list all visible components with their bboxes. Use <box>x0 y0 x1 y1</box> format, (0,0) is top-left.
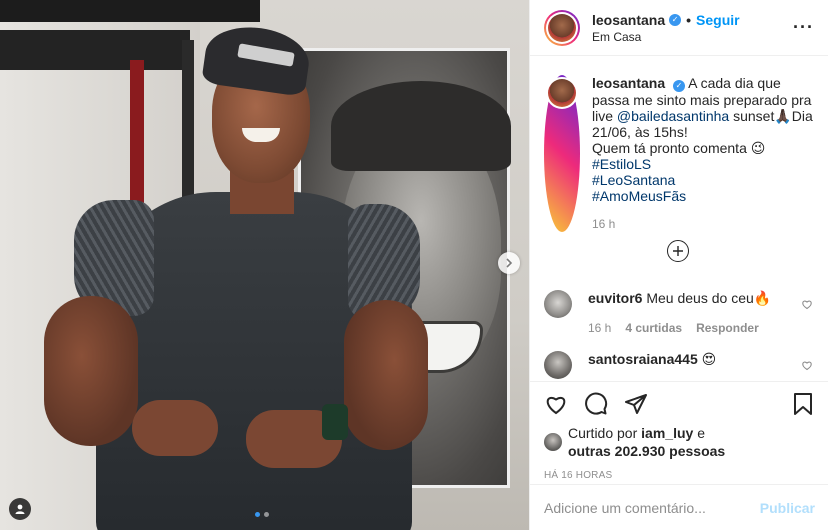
photo-person-watch <box>322 404 348 440</box>
verified-badge-icon: ✓ <box>673 80 686 92</box>
separator-dot: • <box>686 11 692 28</box>
carousel-dots <box>255 512 269 517</box>
publish-button[interactable]: Publicar <box>760 500 815 516</box>
share-icon[interactable] <box>624 392 648 416</box>
post-time-ago[interactable]: HÁ 16 HORAS <box>544 470 815 481</box>
post-caption: leosantana ✓ A cada dia que passa me sin… <box>544 75 824 232</box>
likes-summary: Curtido por iam_luy e outras 202.930 pes… <box>568 424 725 460</box>
commenter-avatar[interactable] <box>544 290 572 318</box>
caption-username[interactable]: leosantana <box>592 75 665 91</box>
comment-text: Meu deus do ceu🔥 <box>646 290 772 306</box>
chevron-right-icon <box>506 258 513 268</box>
heart-icon[interactable] <box>801 298 813 310</box>
hashtag-link[interactable]: #LeoSantana <box>592 172 817 188</box>
comment-time[interactable]: 16 h <box>588 321 611 335</box>
hashtag-link[interactable]: #EstiloLS <box>592 156 817 172</box>
photo-gym-bar <box>0 0 260 22</box>
post-side-panel: leosantana ✓ • Seguir Em Casa ··· leosan… <box>529 0 828 530</box>
post-photo[interactable] <box>0 0 529 530</box>
likes-others-link[interactable]: outras 202.930 pessoas <box>568 443 725 459</box>
post-actions: Curtido por iam_luy e outras 202.930 pes… <box>530 381 828 481</box>
comment-icon[interactable] <box>584 392 608 416</box>
post-header: leosantana ✓ • Seguir Em Casa ··· <box>530 0 828 56</box>
photo-person-arm-left <box>44 296 138 446</box>
comment-input[interactable] <box>544 499 760 516</box>
carousel-dot-active <box>255 512 260 517</box>
caption-text-3: Quem tá pronto comenta 😉 <box>592 140 766 156</box>
post-dialog: leosantana ✓ • Seguir Em Casa ··· leosan… <box>0 0 828 530</box>
comment-item: euvitor6 Meu deus do ceu🔥 16 h 4 curtida… <box>544 290 819 335</box>
tagged-users-button[interactable] <box>9 498 31 520</box>
carousel-dot <box>264 512 269 517</box>
user-icon <box>15 504 25 514</box>
author-username[interactable]: leosantana <box>592 12 665 28</box>
load-more-comments-button[interactable] <box>667 240 689 262</box>
photo-gym-bar-2 <box>0 30 190 70</box>
bookmark-icon[interactable] <box>791 392 815 416</box>
likes-prefix: Curtido por <box>568 425 638 441</box>
follow-button[interactable]: Seguir <box>696 12 740 28</box>
liker-avatar[interactable] <box>544 433 562 451</box>
more-options-icon[interactable]: ··· <box>793 17 814 38</box>
verified-badge-icon: ✓ <box>669 13 682 26</box>
reply-button[interactable]: Responder <box>696 321 759 335</box>
comment-text: 😍 <box>701 351 717 367</box>
hashtag-link[interactable]: #AmoMeusFãs <box>592 188 817 204</box>
caption-time[interactable]: 16 h <box>592 216 817 232</box>
caption-author-avatar[interactable] <box>544 75 580 232</box>
like-heart-icon[interactable] <box>544 392 568 416</box>
painting-hair <box>331 81 511 171</box>
commenter-username[interactable]: euvitor6 <box>588 290 642 306</box>
post-location[interactable]: Em Casa <box>592 30 793 44</box>
next-photo-button[interactable] <box>498 252 520 274</box>
likes-conj: e <box>697 425 705 441</box>
heart-icon[interactable] <box>801 359 813 371</box>
comment-likes[interactable]: 4 curtidas <box>625 321 682 335</box>
photo-person-arm-right <box>344 300 428 450</box>
commenter-avatar[interactable] <box>544 351 572 379</box>
author-avatar[interactable] <box>544 9 580 46</box>
plus-icon <box>673 246 683 256</box>
liker-username[interactable]: iam_luy <box>641 425 693 441</box>
add-comment-bar: Publicar <box>530 484 828 530</box>
commenter-username[interactable]: santosraiana445 <box>588 351 698 367</box>
caption-mention-link[interactable]: @bailedasantinha <box>617 108 729 124</box>
photo-person-hand-left <box>132 400 218 456</box>
comment-item: santosraiana445 😍 <box>544 351 819 379</box>
